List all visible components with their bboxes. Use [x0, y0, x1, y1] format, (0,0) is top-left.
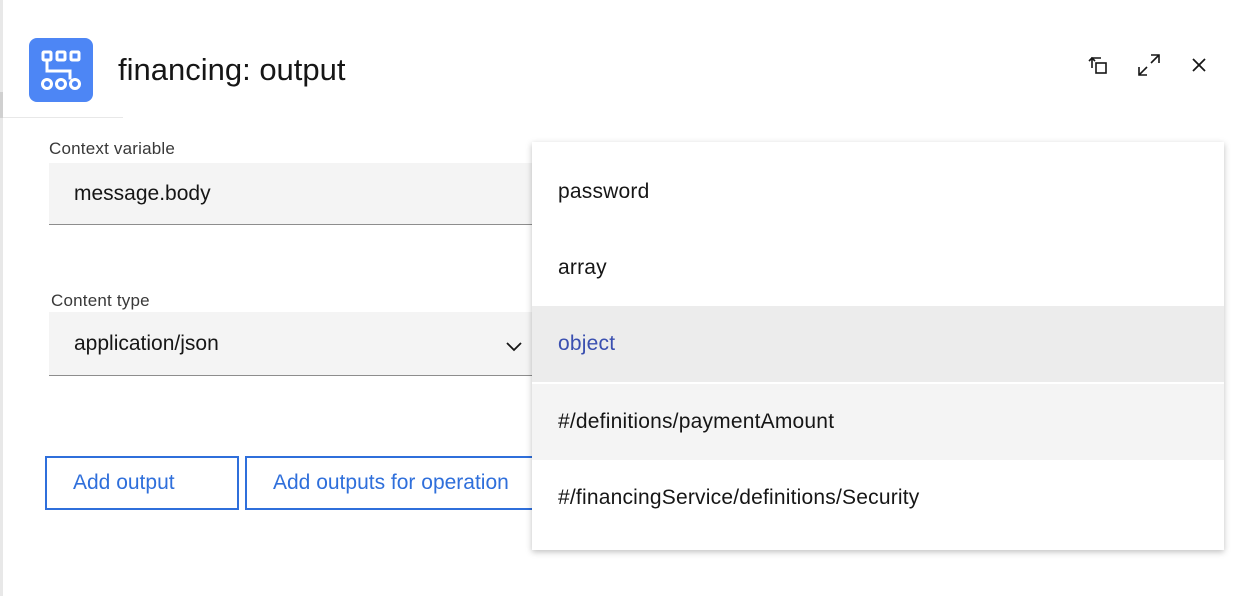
close-button[interactable]	[1184, 52, 1214, 82]
add-output-button[interactable]: Add output	[45, 456, 239, 510]
close-icon	[1191, 57, 1207, 78]
context-variable-value: message.body	[74, 181, 211, 205]
add-outputs-for-operation-button[interactable]: Add outputs for operation	[245, 456, 545, 510]
context-variable-input[interactable]: message.body	[49, 163, 532, 225]
dropdown-option-label: password	[558, 180, 650, 203]
dropdown-option-payment-amount[interactable]: #/definitions/paymentAmount	[532, 384, 1224, 460]
dropdown-option-label: #/definitions/paymentAmount	[558, 410, 835, 433]
dropdown-option-object[interactable]: object	[532, 306, 1224, 382]
content-type-value: application/json	[74, 331, 219, 355]
context-variable-label: Context variable	[49, 139, 176, 158]
dropdown-option-label: #/financingService/definitions/Security	[558, 486, 920, 509]
output-editor-panel: financing: output Context variable messa…	[0, 0, 1254, 596]
maximize-icon	[1136, 52, 1162, 83]
add-outputs-for-operation-label: Add outputs for operation	[273, 471, 509, 494]
content-type-select[interactable]: application/json	[49, 312, 532, 376]
panel-left-border-tick	[0, 92, 3, 118]
content-type-label: Content type	[51, 291, 150, 310]
panel-left-border	[0, 0, 3, 596]
page-title: financing: output	[118, 52, 346, 87]
schema-dropdown-menu: password array object #/definitions/paym…	[532, 142, 1224, 550]
dropdown-option-password[interactable]: password	[532, 154, 1224, 230]
dropdown-option-label: array	[558, 256, 607, 279]
dropdown-option-security[interactable]: #/financingService/definitions/Security	[532, 460, 1224, 536]
header-actions	[1080, 52, 1220, 82]
add-output-label: Add output	[73, 471, 175, 494]
chevron-down-icon	[504, 336, 524, 352]
maximize-button[interactable]	[1134, 52, 1164, 82]
flow-nodes-icon	[29, 38, 93, 102]
restore-icon	[1086, 53, 1110, 82]
dropdown-option-label: object	[558, 332, 616, 355]
header-divider	[3, 117, 123, 118]
dropdown-option-array[interactable]: array	[532, 230, 1224, 306]
restore-button[interactable]	[1083, 52, 1113, 82]
